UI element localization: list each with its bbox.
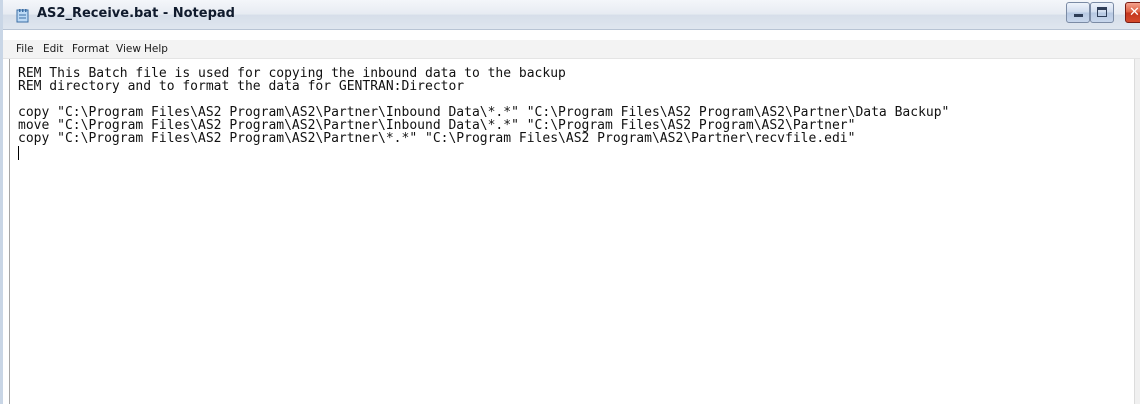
vertical-scrollbar[interactable]: [1134, 59, 1140, 404]
minimize-icon: [1074, 14, 1083, 17]
menu-bar: File Edit Format View Help: [3, 40, 1140, 59]
text-line: copy "C:\Program Files\AS2 Program\AS2\P…: [18, 131, 856, 146]
maximize-button[interactable]: [1090, 2, 1114, 23]
maximize-icon: [1097, 7, 1107, 17]
text-line: REM directory and to format the data for…: [18, 79, 465, 94]
menu-edit[interactable]: Edit: [43, 43, 63, 55]
window-title: AS2_Receive.bat - Notepad: [37, 6, 235, 21]
close-icon: ✕: [1129, 5, 1140, 20]
close-button[interactable]: ✕: [1125, 2, 1140, 23]
menu-help[interactable]: Help: [144, 43, 168, 55]
menu-view[interactable]: View: [116, 43, 141, 55]
notepad-window: AS2_Receive.bat - Notepad ✕ File Edit Fo…: [0, 0, 1140, 404]
menu-file[interactable]: File: [16, 43, 34, 55]
minimize-button[interactable]: [1066, 2, 1090, 23]
text-caret: [18, 146, 19, 160]
menu-format[interactable]: Format: [72, 43, 109, 55]
notepad-icon[interactable]: [15, 8, 31, 23]
text-editor-area[interactable]: REM This Batch file is used for copying …: [9, 59, 1137, 404]
title-bar[interactable]: AS2_Receive.bat - Notepad ✕: [3, 0, 1140, 30]
